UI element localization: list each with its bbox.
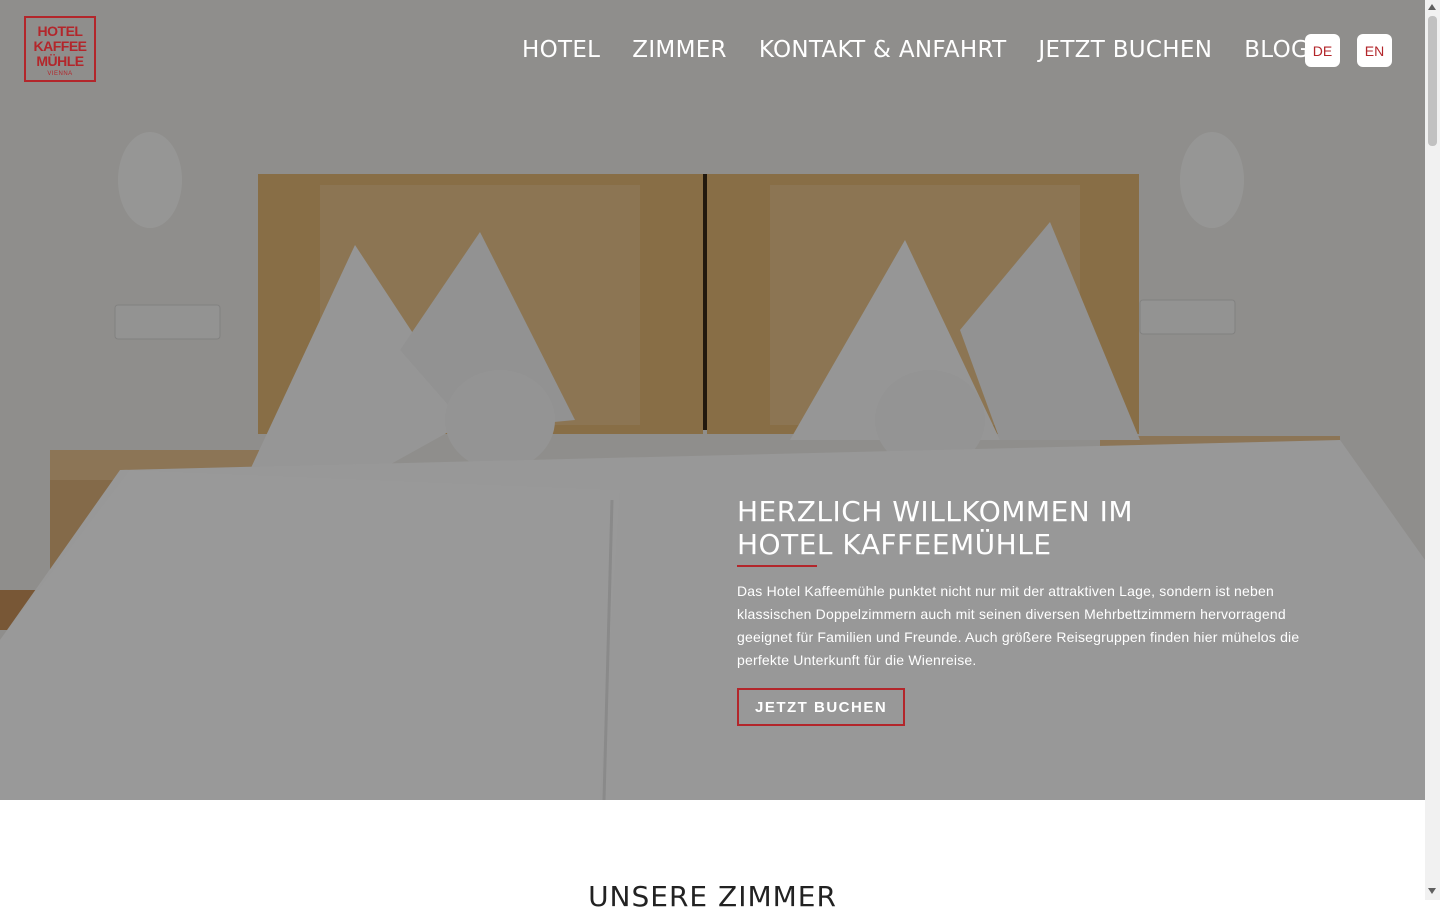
page-scrollbar[interactable] <box>1425 0 1440 900</box>
scroll-up-arrow-icon[interactable] <box>1428 4 1436 10</box>
scroll-down-arrow-icon[interactable] <box>1428 888 1436 894</box>
scrollbar-thumb[interactable] <box>1428 16 1437 146</box>
logo-line-3: MÜHLE <box>36 53 84 69</box>
nav-item-kontakt-anfahrt[interactable]: KONTAKT & ANFAHRT <box>759 32 1007 68</box>
logo-sub: VIENNA <box>47 71 73 77</box>
heading-underline <box>737 565 817 567</box>
hero-heading: HERZLICH WILLKOMMEN IM HOTEL KAFFEEMÜHLE <box>737 495 1337 561</box>
nav-item-jetzt-buchen[interactable]: JETZT BUCHEN <box>1038 32 1212 68</box>
logo-line-1: HOTEL <box>37 23 83 39</box>
language-de-button[interactable]: DE <box>1305 34 1340 67</box>
hotel-logo[interactable]: HOTEL KAFFEE MÜHLE VIENNA <box>24 16 96 82</box>
hero-heading-line-2: HOTEL KAFFEEMÜHLE <box>737 528 1052 561</box>
nav-item-zimmer[interactable]: ZIMMER <box>632 32 727 68</box>
hero-content: HERZLICH WILLKOMMEN IM HOTEL KAFFEEMÜHLE… <box>737 495 1337 726</box>
hero-heading-line-1: HERZLICH WILLKOMMEN IM <box>737 495 1134 528</box>
hero-description: Das Hotel Kaffeemühle punktet nicht nur … <box>737 583 1300 668</box>
language-en-button[interactable]: EN <box>1357 34 1392 67</box>
book-now-button[interactable]: JETZT BUCHEN <box>737 688 906 726</box>
nav-item-blog[interactable]: BLOG <box>1244 32 1309 68</box>
nav-item-hotel[interactable]: HOTEL <box>522 32 600 68</box>
rooms-section-title: UNSERE ZIMMER <box>588 880 837 913</box>
main-nav: HOTEL ZIMMER KONTAKT & ANFAHRT JETZT BUC… <box>522 32 1309 68</box>
logo-line-2: KAFFEE <box>33 38 88 54</box>
